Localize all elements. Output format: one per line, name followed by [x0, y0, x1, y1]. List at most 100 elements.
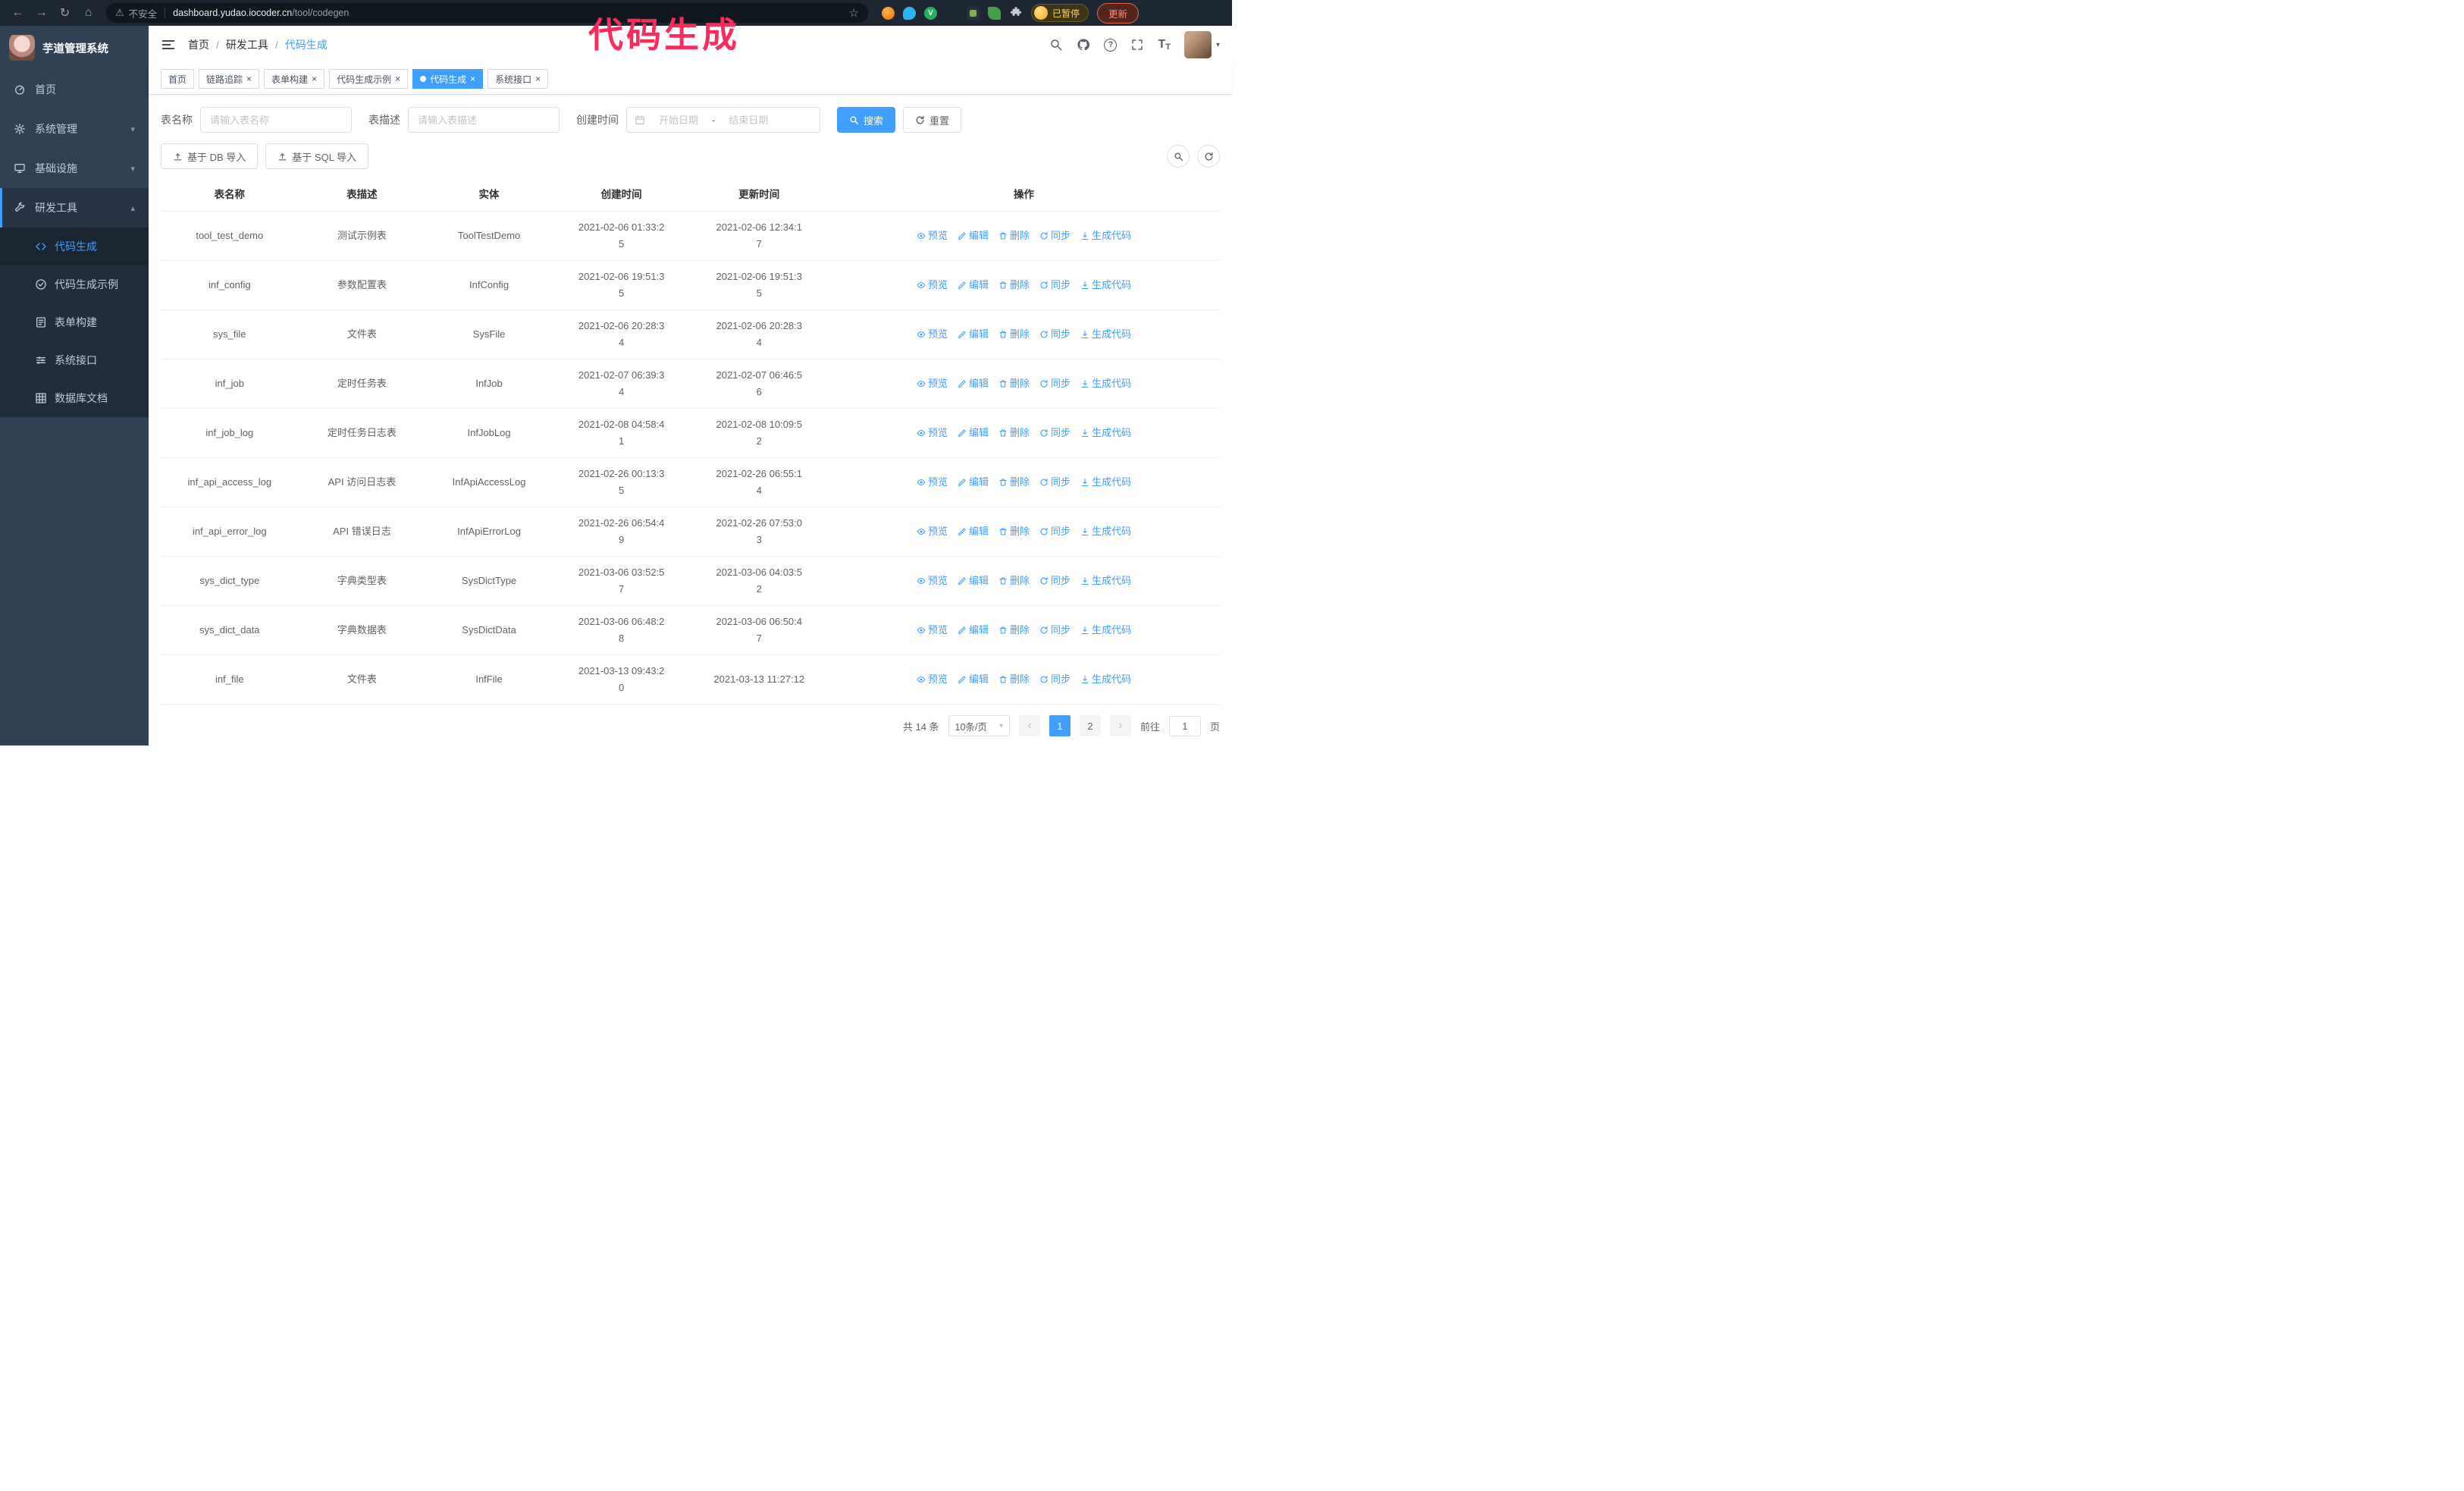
extension-icon-grid[interactable] — [945, 7, 958, 20]
page-size-select[interactable]: 10条/页 ▾ — [948, 715, 1010, 736]
generate-code-link[interactable]: 生成代码 — [1080, 376, 1131, 391]
delete-link[interactable]: 删除 — [998, 573, 1030, 589]
fullscreen-icon[interactable] — [1130, 38, 1144, 52]
extension-icon-blue[interactable] — [903, 6, 916, 20]
sidebar-item-api[interactable]: 系统接口 — [0, 341, 149, 379]
sync-link[interactable]: 同步 — [1039, 573, 1071, 589]
close-icon[interactable]: × — [246, 74, 252, 83]
edit-link[interactable]: 编辑 — [958, 623, 989, 638]
sidebar-item-system[interactable]: 系统管理 ▾ — [0, 109, 149, 149]
tab-form-builder[interactable]: 表单构建 × — [264, 69, 325, 89]
browser-back-button[interactable]: ← — [8, 3, 28, 24]
browser-update-button[interactable]: 更新 — [1097, 2, 1140, 24]
delete-link[interactable]: 删除 — [998, 376, 1030, 391]
import-db-button[interactable]: 基于 DB 导入 — [161, 143, 259, 169]
reset-button[interactable]: 重置 — [903, 107, 962, 133]
sync-link[interactable]: 同步 — [1039, 524, 1071, 539]
delete-link[interactable]: 删除 — [998, 425, 1030, 441]
preview-link[interactable]: 预览 — [917, 573, 948, 589]
generate-code-link[interactable]: 生成代码 — [1080, 524, 1131, 539]
tab-codegen-example[interactable]: 代码生成示例 × — [329, 69, 409, 89]
font-size-icon[interactable]: TT — [1158, 38, 1171, 52]
next-page-button[interactable]: › — [1109, 715, 1131, 736]
sync-link[interactable]: 同步 — [1039, 376, 1071, 391]
import-sql-button[interactable]: 基于 SQL 导入 — [265, 143, 369, 169]
edit-link[interactable]: 编辑 — [958, 524, 989, 539]
sidebar-item-codegen[interactable]: 代码生成 — [0, 228, 149, 265]
edit-link[interactable]: 编辑 — [958, 475, 989, 490]
sync-link[interactable]: 同步 — [1039, 672, 1071, 687]
close-icon[interactable]: × — [395, 74, 400, 83]
help-icon[interactable]: ? — [1104, 38, 1118, 52]
date-range-picker[interactable]: - — [626, 107, 820, 133]
user-menu[interactable]: ▾ — [1183, 31, 1220, 58]
extension-icon-leaf[interactable] — [988, 6, 1001, 20]
breadcrumb-item[interactable]: 研发工具 — [226, 37, 268, 52]
sync-link[interactable]: 同步 — [1039, 327, 1071, 342]
page-button-1[interactable]: 1 — [1049, 715, 1071, 736]
table-name-input[interactable] — [200, 107, 352, 133]
sidebar-item-codegen-example[interactable]: 代码生成示例 — [0, 265, 149, 303]
search-button[interactable]: 搜索 — [837, 107, 896, 133]
breadcrumb-item[interactable]: 首页 — [188, 37, 209, 52]
profile-paused-chip[interactable]: 已暂停 — [1031, 4, 1089, 22]
security-warning-icon[interactable]: ⚠ — [115, 7, 124, 19]
generate-code-link[interactable]: 生成代码 — [1080, 573, 1131, 589]
edit-link[interactable]: 编辑 — [958, 376, 989, 391]
edit-link[interactable]: 编辑 — [958, 327, 989, 342]
tab-trace[interactable]: 链路追踪 × — [199, 69, 260, 89]
table-desc-input[interactable] — [408, 107, 560, 133]
browser-forward-button[interactable]: → — [31, 3, 52, 24]
edit-link[interactable]: 编辑 — [958, 228, 989, 243]
address-bar[interactable]: ⚠ 不安全 dashboard.yudao.iocoder.cn/tool/co… — [106, 3, 868, 23]
github-icon[interactable] — [1077, 38, 1090, 52]
sync-link[interactable]: 同步 — [1039, 278, 1071, 293]
browser-reload-button[interactable]: ↻ — [55, 3, 75, 24]
generate-code-link[interactable]: 生成代码 — [1080, 278, 1131, 293]
sidebar-item-form-builder[interactable]: 表单构建 — [0, 303, 149, 341]
sidebar-item-home[interactable]: 首页 — [0, 70, 149, 109]
delete-link[interactable]: 删除 — [998, 327, 1030, 342]
sync-link[interactable]: 同步 — [1039, 228, 1071, 243]
delete-link[interactable]: 删除 — [998, 672, 1030, 687]
generate-code-link[interactable]: 生成代码 — [1080, 475, 1131, 490]
delete-link[interactable]: 删除 — [998, 475, 1030, 490]
preview-link[interactable]: 预览 — [917, 524, 948, 539]
sync-link[interactable]: 同步 — [1039, 425, 1071, 441]
refresh-table-button[interactable] — [1197, 145, 1220, 168]
sync-link[interactable]: 同步 — [1039, 623, 1071, 638]
preview-link[interactable]: 预览 — [917, 623, 948, 638]
edit-link[interactable]: 编辑 — [958, 425, 989, 441]
edit-link[interactable]: 编辑 — [958, 672, 989, 687]
preview-link[interactable]: 预览 — [917, 425, 948, 441]
sidebar-item-devtools[interactable]: 研发工具 ▴ — [0, 188, 149, 228]
preview-link[interactable]: 预览 — [917, 278, 948, 293]
prev-page-button[interactable]: ‹ — [1018, 715, 1040, 736]
preview-link[interactable]: 预览 — [917, 228, 948, 243]
delete-link[interactable]: 删除 — [998, 228, 1030, 243]
sidebar-item-infra[interactable]: 基础设施 ▾ — [0, 149, 149, 188]
search-icon[interactable] — [1049, 38, 1063, 52]
generate-code-link[interactable]: 生成代码 — [1080, 228, 1131, 243]
generate-code-link[interactable]: 生成代码 — [1080, 327, 1131, 342]
preview-link[interactable]: 预览 — [917, 672, 948, 687]
generate-code-link[interactable]: 生成代码 — [1080, 425, 1131, 441]
close-icon[interactable]: × — [312, 74, 317, 83]
page-button-2[interactable]: 2 — [1079, 715, 1101, 736]
extension-icon-orange[interactable] — [882, 6, 895, 20]
start-date-input[interactable] — [648, 114, 709, 126]
browser-home-button[interactable]: ⌂ — [78, 3, 99, 24]
preview-link[interactable]: 预览 — [917, 376, 948, 391]
delete-link[interactable]: 删除 — [998, 623, 1030, 638]
user-avatar[interactable] — [1183, 31, 1212, 58]
close-icon[interactable]: × — [470, 74, 475, 83]
delete-link[interactable]: 删除 — [998, 524, 1030, 539]
preview-link[interactable]: 预览 — [917, 327, 948, 342]
close-icon[interactable]: × — [535, 74, 541, 83]
tab-home[interactable]: 首页 — [161, 69, 195, 89]
sync-link[interactable]: 同步 — [1039, 475, 1071, 490]
tab-api[interactable]: 系统接口 × — [487, 69, 549, 89]
extensions-puzzle-icon[interactable] — [1009, 6, 1023, 20]
logo-row[interactable]: 芋道管理系统 — [0, 26, 149, 70]
bookmark-star-icon[interactable]: ☆ — [849, 6, 859, 20]
